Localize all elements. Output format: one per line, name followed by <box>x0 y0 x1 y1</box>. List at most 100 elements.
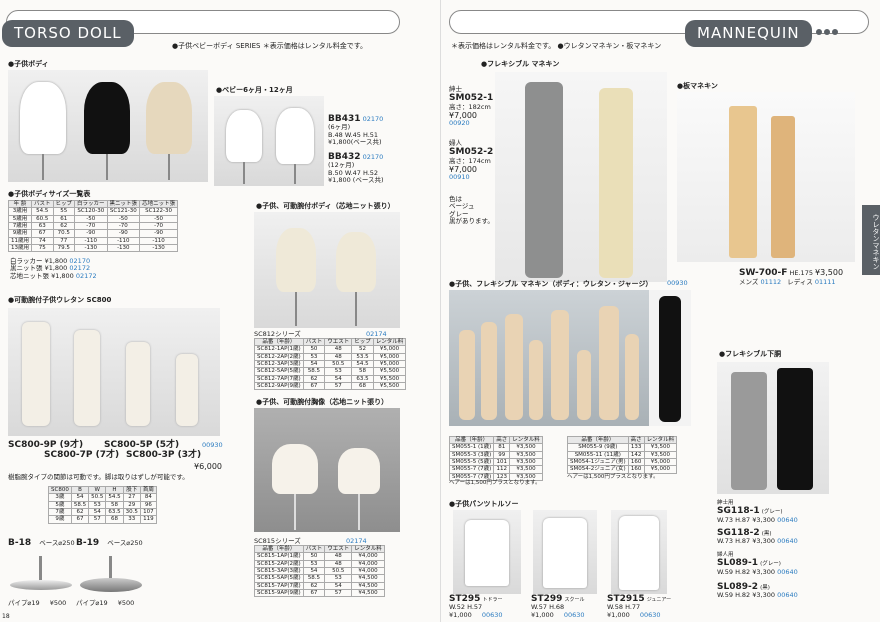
lower-item-3: 婦人用 SL089-1 (グレー) W.59 H.82 ¥3,300 00640 <box>717 552 837 576</box>
table-header: ウエスト <box>324 337 353 347</box>
base-note: ベース⌀250 <box>39 539 75 547</box>
table-cell: ¥5,500 <box>372 367 407 376</box>
table-cell: SM055-3 (3歳) <box>448 450 495 459</box>
product-number: 00640 <box>777 567 798 576</box>
table-header: 高さ <box>627 435 645 445</box>
price-text: ¥1,000 <box>449 610 472 619</box>
header-tab-group: MANNEQUIN <box>685 20 838 48</box>
table-cell: SM055-11 (11歳) <box>567 450 629 459</box>
table-cell: ¥5,000 <box>372 345 407 354</box>
kids-flex-black-photo <box>649 290 691 426</box>
pants-item-3: ST2915 ジュニアー W.58 H.77 ¥1,000 00630 <box>607 594 697 619</box>
table-cell: 62 <box>302 374 326 383</box>
table-header: バスト <box>302 544 326 554</box>
table-cell: 61 <box>52 214 76 223</box>
table-cell: ¥3,500 <box>509 465 543 474</box>
table-cell: 67 <box>70 515 90 524</box>
table-cell: 54.5 <box>105 493 124 502</box>
price-text: ¥1,800 (ベース共) <box>328 176 384 185</box>
table-cell: SC121-30 <box>106 207 141 216</box>
sc800-label-5: SC800-5P (5才) <box>104 440 180 450</box>
pants-photo-2 <box>533 510 597 594</box>
table-cell: 58.5 <box>70 500 90 509</box>
kids-flex-title: ●子供、フレキシブル マネキン（ボディ：ウレタン・ジャージ） <box>449 280 653 288</box>
table-cell: SM054-2ジュニア(女) <box>567 465 629 474</box>
table-header: バスト <box>302 337 326 347</box>
table-row: SC812-7AP(7歳) 62 54 63.5 ¥5,500 <box>254 374 407 383</box>
table-cell: 54.5 <box>31 207 54 216</box>
table-cell: 75 <box>31 243 54 253</box>
table-row: SC812-3AP(3歳) 54 50.5 54.5 ¥5,000 <box>254 359 407 369</box>
table-cell: ¥4,000 <box>351 552 385 561</box>
table-cell: 54.5 <box>351 359 374 369</box>
dims-text: W.73 H.87 <box>717 537 751 546</box>
table-cell: 133 <box>627 443 645 452</box>
table-cell: 99 <box>493 450 511 459</box>
table-cell: 68 <box>105 515 124 524</box>
table-header: ヒップ <box>351 337 374 347</box>
price-text: ¥3,500 <box>815 268 844 277</box>
table-cell: 5歳 <box>48 500 72 509</box>
table-header: 白ラッカー <box>74 199 108 209</box>
table-cell: SM055-1 (1歳) <box>448 443 495 452</box>
product-number: 02170 <box>362 153 384 161</box>
table-cell: 77 <box>52 236 76 245</box>
table-row: SM055-1 (1歳) 81 ¥3,500 <box>448 443 543 452</box>
product-number: 00640 <box>777 591 798 600</box>
sc800-label-9: SC800-9P (9才) <box>8 440 84 450</box>
table-cell: SC815-5AP(5歳) <box>254 574 304 583</box>
table-row: 5歳用 60.5 61 -50 -50 -50 <box>8 214 179 223</box>
item-type: 紳士 <box>449 85 462 93</box>
table-cell: -90 <box>139 229 179 238</box>
ladies-label: レディス <box>787 278 813 286</box>
price-text: ¥500 <box>49 599 67 607</box>
table-cell: SC815-9AP(9歳) <box>254 588 304 598</box>
table-cell: 62 <box>52 221 76 231</box>
price-text: ¥1,000 <box>531 610 554 619</box>
table-cell: -90 <box>106 229 141 238</box>
size-table-prices: 白ラッカー ¥1,800 02170 黒ニット張 ¥1,800 02172 芯地… <box>10 257 97 280</box>
table-row: SC812-9AP(9歳) 67 57 68 ¥5,500 <box>254 381 407 391</box>
table-cell: SC812-2AP(2歳) <box>254 352 304 361</box>
table-cell: 13歳用 <box>8 243 32 253</box>
table-cell: 53 <box>302 352 326 361</box>
table-cell: 63.5 <box>351 374 374 383</box>
sub-label: スクール <box>564 597 585 603</box>
table-cell: 58 <box>351 367 374 376</box>
table-header: 股下 <box>122 485 141 495</box>
table-header: レンタル料 <box>509 435 543 445</box>
product-number: 00630 <box>639 610 661 619</box>
price-text: ¥3,300 <box>752 515 776 524</box>
table-cell: -110 <box>139 236 179 245</box>
table-header: 黒ニット張 <box>106 199 141 209</box>
table-cell: ¥3,500 <box>509 443 543 452</box>
table-row: SM055-11 (11歳) 142 ¥3,500 <box>567 450 678 459</box>
table-row: SC812-5AP(5歳) 58.5 53 58 ¥5,500 <box>254 367 407 376</box>
table-header: W <box>88 485 107 495</box>
table-cell: ¥5,000 <box>643 457 678 467</box>
base-b18: B-18 ベース⌀250 <box>8 538 75 548</box>
color-label: (グレー) <box>760 561 781 568</box>
product-code: SW-700-F <box>739 268 788 278</box>
table-cell: ¥5,000 <box>372 352 407 361</box>
sc815-photo <box>254 408 400 532</box>
base-b19-image <box>80 556 142 592</box>
height-text: HE.175 <box>789 269 813 277</box>
flexible-title: ●フレキシブル マネキン <box>481 60 560 68</box>
kids-flex-photo <box>449 290 649 426</box>
sc800-photo <box>8 308 220 436</box>
lower-item-2: SG118-2 (黒) W.73 H.87 ¥3,300 00640 <box>717 528 837 546</box>
dims-text: W.73 H.87 <box>717 515 751 524</box>
table-cell: ¥3,500 <box>509 457 543 467</box>
sc812-title: ●子供、可動腕付ボディ（芯地ニット張り） <box>256 202 395 210</box>
price-text: ¥1,000 <box>607 610 630 619</box>
table-cell: 62 <box>70 507 90 517</box>
table-row: SC815-2AP(2歳) 53 48 ¥4,000 <box>254 559 385 568</box>
flex-item-2: 婦人 SM052-2 高さ：174cm ¥7,000 00910 <box>449 139 495 182</box>
table-cell: SC815-3AP(3歳) <box>254 566 304 576</box>
table-header: H <box>105 485 124 495</box>
base-b19: B-19 ベース⌀250 <box>76 538 143 548</box>
section-title: TORSO DOLL <box>2 20 134 48</box>
table-cell: 27 <box>122 493 141 502</box>
board-info: SW-700-F HE.175 ¥3,500 <box>739 268 843 278</box>
